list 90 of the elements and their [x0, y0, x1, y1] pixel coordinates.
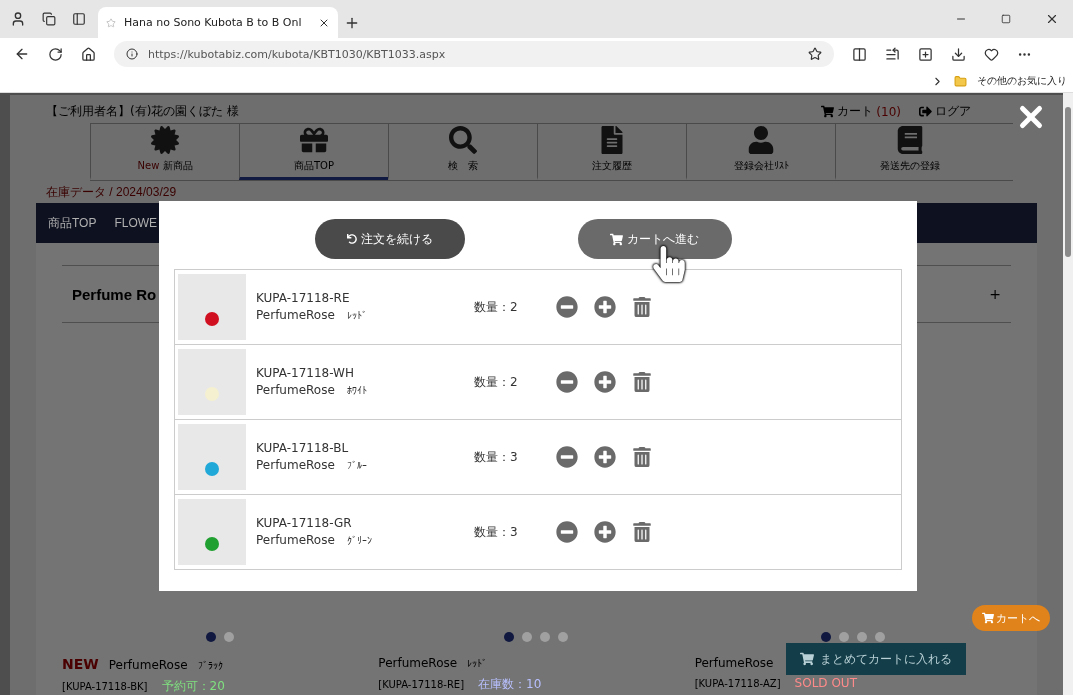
cart-icon	[800, 652, 814, 666]
cart-icon	[610, 232, 623, 246]
browser-tab[interactable]: Hana no Sono Kubota B to B Onl	[98, 7, 338, 38]
item-name: PerfumeRose ﾚｯﾄﾞ	[256, 306, 368, 324]
cart-button[interactable]: カートへ	[972, 605, 1050, 631]
download-icon[interactable]	[951, 46, 966, 62]
heart-icon[interactable]	[984, 46, 999, 62]
increase-button[interactable]	[594, 446, 616, 468]
product-name: PerfumeRose	[694, 656, 774, 670]
carousel-dot[interactable]	[206, 632, 217, 642]
delete-button[interactable]	[632, 522, 652, 542]
maximize-icon[interactable]	[1001, 14, 1011, 24]
quantity: 数量：3	[474, 448, 519, 466]
category-link[interactable]: FLOWE	[114, 216, 158, 230]
quantity: 数量：2	[474, 298, 519, 316]
carousel-dot[interactable]	[874, 632, 885, 642]
item-name: PerfumeRose ｸﾞﾘｰﾝ	[256, 531, 373, 549]
search-icon	[449, 126, 477, 154]
gift-icon	[300, 126, 328, 154]
user-label: 【ご利用者名】(有)花の園くぼた 様	[46, 103, 240, 120]
nav-tab[interactable]: 登録会社ﾘｽﾄ	[686, 124, 835, 180]
product-code: [KUPA-17118-BK]	[62, 681, 148, 692]
product-name: PerfumeRose	[378, 656, 458, 670]
continue-button[interactable]: 注文を続ける	[314, 219, 465, 259]
user-icon	[747, 126, 775, 154]
address-bar[interactable]: https://kubotabiz.com/kubota/KBT1030/KBT1033.aspx	[114, 41, 834, 67]
stock-status: 予約可：20	[161, 678, 225, 695]
cart-link[interactable]: カート (10)	[837, 103, 901, 120]
carousel-dot[interactable]	[838, 632, 849, 642]
color-name: ﾚｯﾄﾞ	[467, 658, 488, 669]
sidebar-icon[interactable]	[72, 12, 86, 26]
nav-tab[interactable]: 検 索	[388, 124, 537, 180]
delete-button[interactable]	[632, 447, 652, 467]
star-icon[interactable]	[808, 47, 822, 61]
decrease-button[interactable]	[556, 446, 578, 468]
refresh-icon[interactable]	[48, 46, 63, 62]
split-screen-icon[interactable]	[852, 46, 867, 62]
profile-icon[interactable]	[10, 11, 26, 27]
quantity: 数量：2	[474, 373, 519, 391]
decrease-button[interactable]	[556, 296, 578, 318]
increase-button[interactable]	[594, 371, 616, 393]
decrease-button[interactable]	[556, 371, 578, 393]
book-icon	[896, 126, 924, 154]
carousel-dot[interactable]	[820, 632, 831, 642]
checkout-button[interactable]: カートへ進む	[577, 219, 732, 259]
carousel-dot[interactable]	[504, 632, 515, 642]
section-title: Perfume Ro	[72, 285, 157, 303]
nav-tab[interactable]: New 新商品	[90, 124, 239, 180]
carousel-dot[interactable]	[540, 632, 551, 642]
product-name: PerfumeRose	[108, 658, 188, 672]
stock-notice: 在庫データ / 2024/03/29	[45, 184, 178, 201]
favorites-folder[interactable]: その他のお気に入り	[977, 74, 1067, 88]
delete-button[interactable]	[632, 372, 652, 392]
carousel-dot[interactable]	[856, 632, 867, 642]
category-link[interactable]: 商品TOP	[48, 214, 97, 232]
item-name: PerfumeRose ﾎﾜｲﾄ	[256, 381, 368, 399]
nav-tab[interactable]: 注文履歴	[537, 124, 686, 180]
product-code: [KUPA-17118-RE]	[378, 679, 465, 690]
exit-icon[interactable]	[919, 105, 932, 118]
stock-status: 在庫数：10	[478, 676, 542, 693]
increase-button[interactable]	[594, 296, 616, 318]
item-code: KUPA-17118-WH	[256, 365, 355, 380]
scrollbar-thumb[interactable]	[1065, 107, 1071, 257]
back-icon[interactable]	[14, 46, 30, 62]
home-icon[interactable]	[81, 46, 96, 62]
carousel-dot[interactable]	[224, 632, 235, 642]
expand-toggle[interactable]: +	[989, 286, 1001, 302]
product-code: [KUPA-17118-AZ]	[694, 678, 781, 689]
increase-button[interactable]	[594, 521, 616, 543]
delete-button[interactable]	[632, 297, 652, 317]
color-name: ﾌﾞﾗｯｸ	[197, 660, 223, 671]
bulk-add-button[interactable]: まとめてカートに入れる	[786, 643, 966, 675]
carousel-dot[interactable]	[522, 632, 533, 642]
info-icon[interactable]	[126, 48, 138, 60]
item-code: KUPA-17118-BL	[256, 440, 350, 455]
cart-icon	[982, 612, 994, 624]
carousel-dot[interactable]	[558, 632, 569, 642]
decrease-button[interactable]	[556, 521, 578, 543]
cart-icon[interactable]	[821, 105, 835, 118]
item-name: PerfumeRose ﾌﾞﾙｰ	[256, 456, 368, 474]
quantity: 数量：3	[474, 523, 519, 541]
nav-tab[interactable]: 商品TOP	[239, 124, 388, 180]
stock-status: SOLD OUT	[794, 676, 857, 690]
item-code: KUPA-17118-GR	[256, 515, 353, 530]
close-icon[interactable]	[1045, 12, 1059, 26]
undo-icon	[346, 234, 357, 244]
nav-tab[interactable]: 発送先の登録	[835, 124, 984, 180]
logout-link[interactable]: ログア	[935, 103, 971, 120]
new-label: NEW	[62, 656, 99, 672]
item-code: KUPA-17118-RE	[256, 290, 351, 305]
